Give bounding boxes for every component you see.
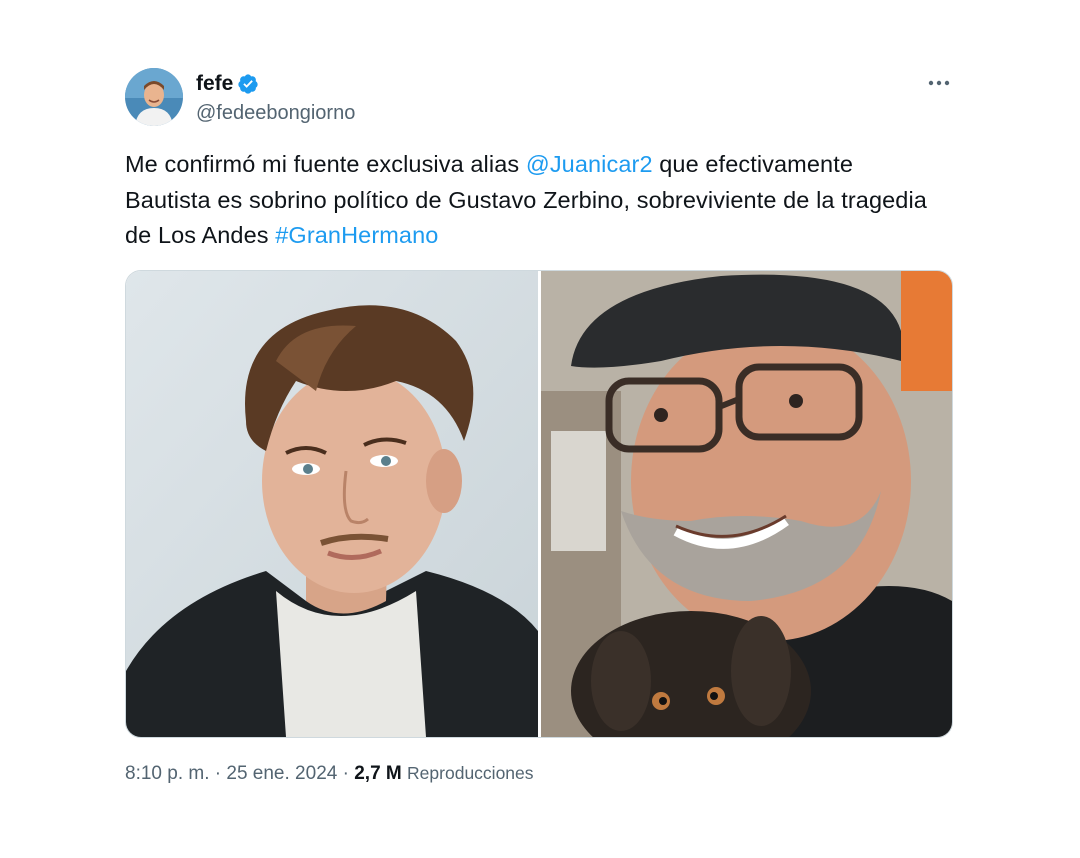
views-count: 2,7 M [354,763,402,784]
author-display-name[interactable]: fefe [196,72,233,96]
tweet-media-grid [125,270,953,738]
author-name-row: fefe [196,70,259,98]
verified-badge-icon [238,74,258,94]
tweet-text: Me confirmó mi fuente exclusiva alias @J… [125,147,945,254]
author-handle[interactable]: @fedeebongiorno [196,102,355,125]
author-avatar[interactable] [125,68,183,126]
tweet-text-part1: Me confirmó mi fuente exclusiva alias [125,151,526,177]
mention-link[interactable]: @Juanicar2 [526,151,653,177]
tweet-card: fefe @fedeebongiorno Me confirmó mi fuen… [0,0,1080,858]
meta-separator: · [209,763,227,784]
media-photo-2[interactable] [541,271,952,737]
more-options-icon [928,80,950,86]
hashtag-link[interactable]: #GranHermano [275,222,438,248]
tweet-date[interactable]: 25 ene. 2024 [226,763,337,785]
photo-young-man-icon [126,271,538,737]
media-photo-1[interactable] [126,271,538,737]
views-label: Reproducciones [407,763,534,783]
avatar-photo-icon [125,68,183,126]
photo-older-man-with-puppy-icon [541,271,952,737]
more-options-button[interactable] [924,70,954,96]
tweet-time[interactable]: 8:10 p. m. [125,763,210,785]
meta-separator-2: · [337,763,355,784]
tweet-meta: 8:10 p. m. · 25 ene. 2024 · 2,7 M Reprod… [125,763,534,785]
